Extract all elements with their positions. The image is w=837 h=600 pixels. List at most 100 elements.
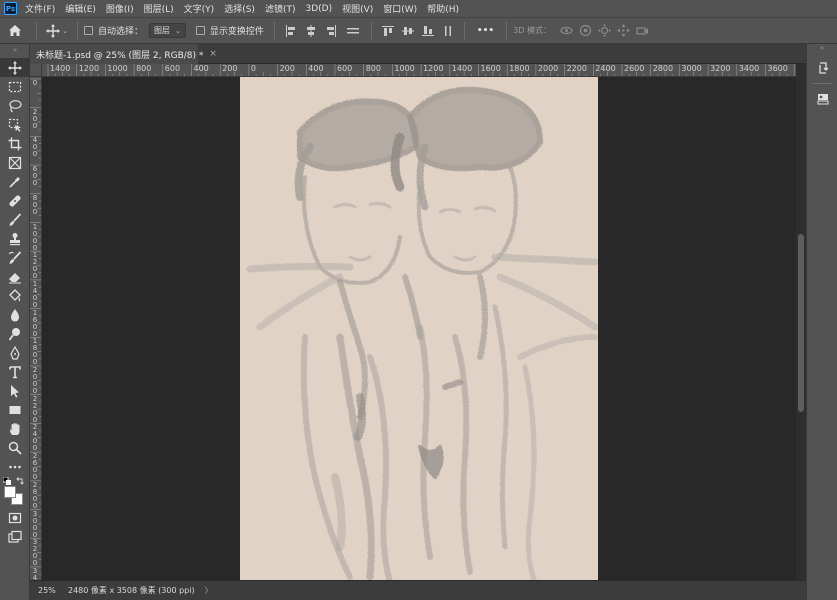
zoom-icon xyxy=(8,441,22,455)
3d-pan-button[interactable] xyxy=(597,23,612,38)
ruler-tick-label: 1600 xyxy=(480,64,501,73)
status-menu-arrow-icon[interactable]: 〉 xyxy=(205,585,213,596)
menu-filter[interactable]: 滤镜(T) xyxy=(265,2,296,15)
blur-tool[interactable] xyxy=(0,305,30,324)
home-button[interactable] xyxy=(0,17,30,44)
rectangle-tool[interactable] xyxy=(0,400,30,419)
eraser-icon xyxy=(9,272,21,283)
frame-tool[interactable] xyxy=(0,153,30,172)
healing-brush-tool[interactable] xyxy=(0,191,30,210)
close-icon[interactable]: × xyxy=(209,49,217,59)
menu-type[interactable]: 文字(Y) xyxy=(184,2,215,15)
move-icon xyxy=(8,60,22,75)
brush-icon xyxy=(9,212,22,226)
menu-view[interactable]: 视图(V) xyxy=(342,2,373,15)
color-swatches xyxy=(0,476,30,508)
align-right-edges-button[interactable] xyxy=(323,24,339,38)
3d-roll-button[interactable] xyxy=(578,23,593,38)
divider xyxy=(812,83,832,84)
type-tool[interactable] xyxy=(0,362,30,381)
foreground-color-swatch[interactable] xyxy=(4,486,16,498)
eraser-tool[interactable] xyxy=(0,267,30,286)
eyedropper-tool[interactable] xyxy=(0,172,30,191)
chevron-down-icon: ⌄ xyxy=(62,26,68,35)
menu-image[interactable]: 图像(I) xyxy=(106,2,134,15)
ruler-origin[interactable] xyxy=(30,64,42,77)
dodge-tool[interactable] xyxy=(0,324,30,343)
eyedropper-icon xyxy=(9,176,20,188)
document-tab[interactable]: 未标题-1.psd @ 25% (图层 2, RGB/8) * × xyxy=(30,44,217,64)
object-selection-tool[interactable] xyxy=(0,115,30,134)
align-bottom-edges-button[interactable] xyxy=(420,24,436,38)
ruler-tick-label: 2 0 0 0 xyxy=(32,366,38,395)
hand-tool[interactable] xyxy=(0,419,30,438)
properties-icon xyxy=(817,94,828,105)
paint-bucket-tool[interactable] xyxy=(0,286,30,305)
vertical-scrollbar-thumb[interactable] xyxy=(798,234,804,412)
3d-camera-button[interactable] xyxy=(635,23,650,38)
menu-window[interactable]: 窗口(W) xyxy=(383,2,417,15)
edit-toolbar-button[interactable] xyxy=(0,457,30,476)
ruler-tick-label: 800 xyxy=(365,64,381,73)
align-horizontal-centers-button[interactable] xyxy=(303,24,319,38)
zoom-tool[interactable] xyxy=(0,438,30,457)
ruler-tick-label: 400 xyxy=(308,64,324,73)
canvas-area[interactable] xyxy=(42,77,796,580)
distribute-vertical-icon xyxy=(444,25,451,36)
menu-edit[interactable]: 编辑(E) xyxy=(65,2,96,15)
ruler-tick-label: 2 8 0 0 xyxy=(32,480,38,510)
object-selection-icon xyxy=(8,118,21,132)
ruler-tick-label: 6 0 0 xyxy=(32,165,38,188)
swap-colors-icon[interactable] xyxy=(16,477,24,485)
show-transform-label: 显示变换控件 xyxy=(209,27,264,37)
vertical-scrollbar[interactable] xyxy=(796,64,806,580)
menu-layer[interactable]: 图层(L) xyxy=(144,2,174,15)
zoom-level[interactable]: 25% xyxy=(30,586,60,595)
path-selection-tool[interactable] xyxy=(0,381,30,400)
clone-stamp-tool[interactable] xyxy=(0,229,30,248)
show-transform-checkbox[interactable] xyxy=(195,26,205,35)
crop-tool[interactable] xyxy=(0,134,30,153)
auto-select-checkbox[interactable] xyxy=(84,26,93,35)
menu-help[interactable]: 帮助(H) xyxy=(427,2,459,15)
history-panel-button[interactable] xyxy=(807,56,837,80)
default-colors-icon[interactable] xyxy=(3,477,11,485)
pen-tool[interactable] xyxy=(0,343,30,362)
more-options-button[interactable]: ••• xyxy=(477,26,494,36)
photoshop-window: Ps 文件(F) 编辑(E) 图像(I) 图层(L) 文字(Y) 选择(S) 滤… xyxy=(0,0,837,600)
panel-grip-icon[interactable]: « xyxy=(807,44,837,56)
vertical-ruler[interactable]: 0 2 0 0 4 0 0 6 0 0 8 0 0 1 0 0 01 2 0 01 4 0… xyxy=(30,77,42,580)
menu-file[interactable]: 文件(F) xyxy=(25,2,55,15)
horizontal-ruler[interactable]: 1400 1200 1000 800 600 400 200 0 200 400 600 800 100… xyxy=(42,64,806,77)
quick-mask-button[interactable] xyxy=(0,508,30,527)
3d-orbit-button[interactable] xyxy=(559,23,574,38)
document-canvas[interactable] xyxy=(240,77,598,580)
menu-3d[interactable]: 3D(D) xyxy=(305,4,332,14)
pen-icon xyxy=(10,345,20,360)
align-vertical-centers-button[interactable] xyxy=(400,24,416,38)
ruler-tick-label: 2 2 0 0 xyxy=(32,394,38,424)
ruler-tick-label: 4 0 0 xyxy=(32,136,38,159)
lasso-tool[interactable] xyxy=(0,96,30,115)
ruler-tick-label: 3 0 0 0 xyxy=(32,509,38,539)
screen-mode-button[interactable] xyxy=(0,527,30,546)
brush-tool[interactable] xyxy=(0,210,30,229)
distribute-vertical-button[interactable] xyxy=(440,24,456,38)
distribute-button[interactable] xyxy=(343,24,363,38)
3d-slide-button[interactable] xyxy=(616,23,631,38)
panel-grip-icon[interactable]: » xyxy=(0,44,30,58)
align-top-edges-button[interactable] xyxy=(380,24,396,38)
auto-select-target-dropdown[interactable]: 图层 ⌄ xyxy=(149,23,186,38)
history-brush-tool[interactable] xyxy=(0,248,30,267)
menu-select[interactable]: 选择(S) xyxy=(224,2,255,15)
properties-panel-button[interactable] xyxy=(807,87,837,111)
history-brush-icon xyxy=(8,250,22,264)
move-tool-preset-button[interactable]: ⌄ xyxy=(45,23,69,38)
divider xyxy=(506,21,508,40)
quick-mask-icon xyxy=(8,512,22,523)
move-tool[interactable] xyxy=(0,58,30,77)
align-center-icon xyxy=(306,24,315,37)
align-left-edges-button[interactable] xyxy=(283,24,299,38)
type-icon xyxy=(9,365,21,378)
marquee-tool[interactable] xyxy=(0,77,30,96)
